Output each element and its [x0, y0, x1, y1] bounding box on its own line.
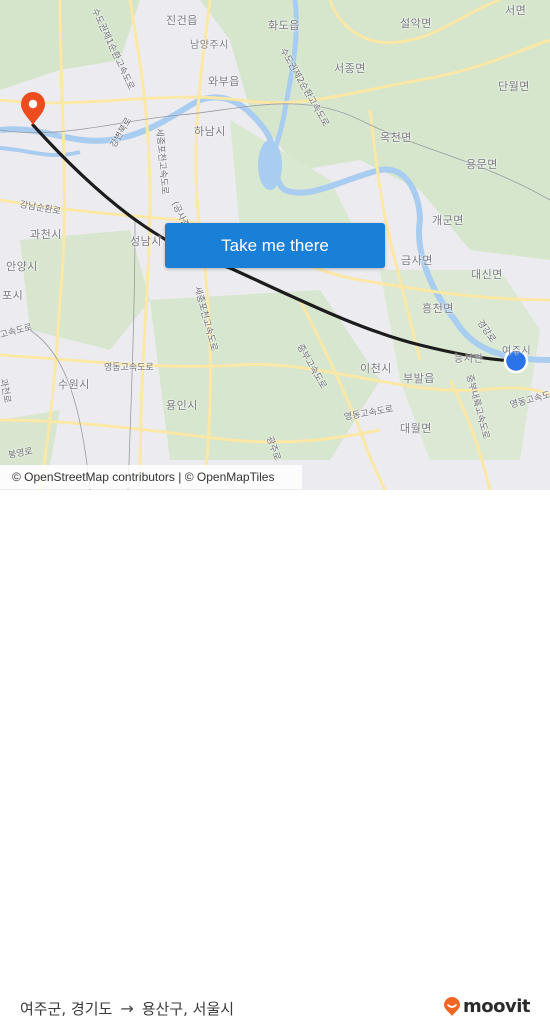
place-label: 흥천면: [422, 302, 454, 315]
place-label: 부발읍: [403, 372, 435, 385]
place-label: 금사면: [401, 254, 433, 267]
place-label: 하남시: [194, 125, 226, 138]
place-label: 성남시: [130, 235, 162, 248]
map-view[interactable]: 진건읍 화도읍 설악면 서면 남양주시 와부읍 서종면 단월면 하남시 옥천면 …: [0, 0, 550, 490]
lake: [258, 140, 282, 190]
origin-label: 여주군, 경기도: [20, 1000, 113, 1018]
place-label: 여주시: [502, 346, 532, 357]
place-label: 용인시: [166, 399, 198, 412]
place-label: 화도읍: [268, 19, 300, 32]
place-label: 포시: [2, 289, 24, 302]
place-label: 와부읍: [208, 75, 240, 88]
destination-label: 용산구, 서울시: [141, 1000, 235, 1018]
attribution-text[interactable]: © OpenStreetMap contributors | © OpenMap…: [12, 470, 274, 484]
river-branch: [0, 146, 81, 158]
place-label: 단월면: [498, 80, 530, 93]
moovit-logo[interactable]: moovit: [443, 996, 531, 1017]
place-label: 옥천면: [380, 131, 412, 144]
place-label: 남양주시: [190, 40, 229, 51]
place-label: 개군면: [432, 214, 464, 227]
place-label: 대신면: [471, 268, 503, 281]
place-label: 용문면: [466, 158, 498, 171]
route-summary: 여주군, 경기도 → 용산구, 서울시: [20, 998, 234, 1019]
moovit-wordmark: moovit: [463, 996, 531, 1017]
place-label: 서종면: [334, 62, 366, 75]
arrow-right-icon: →: [120, 999, 134, 1018]
place-label: 설악면: [400, 17, 432, 30]
place-label: 과천시: [30, 228, 62, 241]
place-label: 안양시: [6, 260, 38, 273]
place-label: 진건읍: [166, 14, 198, 27]
orange-pin-icon[interactable]: [21, 92, 45, 125]
moovit-pin-icon: [444, 996, 460, 1016]
road-label: 영동고속도로: [104, 363, 154, 373]
place-label: 수원시: [58, 378, 90, 391]
footer-bar: 여주군, 경기도 → 용산구, 서울시 moovit: [0, 490, 550, 1018]
place-label: 서면: [505, 4, 527, 17]
place-label: 대월면: [400, 422, 432, 435]
place-label: 이천시: [360, 362, 392, 375]
map-attribution[interactable]: © OpenStreetMap contributors | © OpenMap…: [0, 465, 302, 489]
place-label: 능서면: [454, 354, 484, 365]
take-me-there-button[interactable]: Take me there: [165, 223, 385, 268]
